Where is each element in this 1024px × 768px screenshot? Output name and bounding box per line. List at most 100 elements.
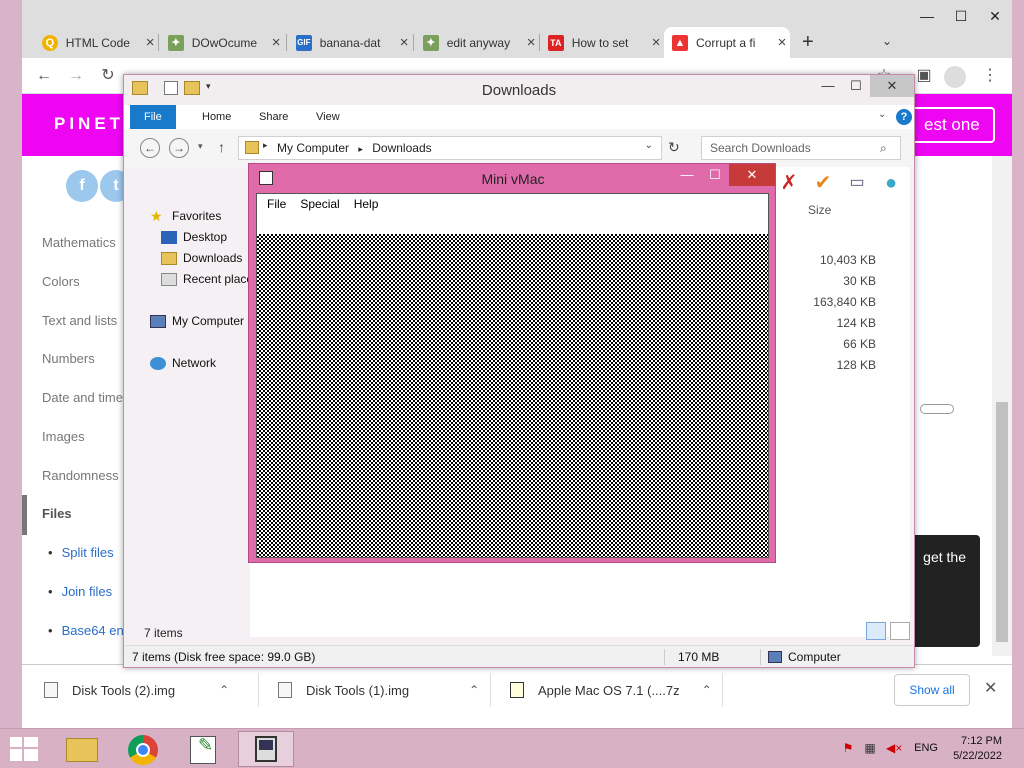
- globe-icon[interactable]: ●: [878, 171, 904, 195]
- close-tab-icon[interactable]: ×: [396, 34, 412, 51]
- drive-icon[interactable]: ▭: [844, 171, 870, 195]
- promo-card-text: get the: [923, 549, 966, 565]
- search-favicon-icon: Q: [42, 34, 58, 51]
- new-tab-button[interactable]: +: [802, 31, 814, 54]
- site-header-button[interactable]: est one: [902, 107, 995, 143]
- notepad-taskbar-icon[interactable]: ✎: [176, 731, 232, 767]
- nav-desktop[interactable]: Desktop: [161, 230, 227, 244]
- back-icon[interactable]: ←: [140, 138, 160, 158]
- close-icon[interactable]: ✕: [984, 678, 997, 698]
- toggle-switch[interactable]: [920, 404, 954, 414]
- nav-randomness[interactable]: Randomness: [42, 468, 119, 483]
- close-tab-icon[interactable]: ×: [268, 34, 284, 51]
- tab-dowocume[interactable]: ✦ DOwOcume ×: [160, 27, 284, 58]
- close-icon[interactable]: ✕: [870, 75, 914, 97]
- tab-html-code[interactable]: Q HTML Code ×: [34, 27, 158, 58]
- nav-text-lists[interactable]: Text and lists: [42, 313, 117, 328]
- nav-colors[interactable]: Colors: [42, 274, 80, 289]
- maximize-icon[interactable]: ☐: [944, 8, 978, 38]
- tab-search-chevron-icon[interactable]: ⌄: [882, 34, 892, 48]
- address-dropdown-icon[interactable]: ⌄: [645, 140, 653, 151]
- close-tab-icon[interactable]: ×: [648, 34, 664, 51]
- close-tab-icon[interactable]: ×: [523, 34, 539, 51]
- nav-numbers[interactable]: Numbers: [42, 351, 95, 366]
- breadcrumb-downloads[interactable]: Downloads: [372, 141, 431, 155]
- tab-corrupt-a-file[interactable]: ▲ Corrupt a fi ×: [664, 27, 790, 58]
- nav-favorites[interactable]: ★ Favorites: [150, 209, 221, 224]
- recent-locations-chevron-icon[interactable]: ▾: [198, 141, 203, 152]
- chrome-taskbar-icon[interactable]: [115, 731, 171, 767]
- close-icon[interactable]: ✕: [978, 8, 1012, 38]
- nav-files[interactable]: Files: [42, 506, 72, 521]
- breadcrumb-my-computer[interactable]: My Computer: [277, 141, 349, 155]
- clock[interactable]: 7:12 PM 5/22/2022: [953, 734, 1002, 764]
- address-bar[interactable]: ▸ My Computer ▸ Downloads ⌄: [238, 136, 662, 160]
- delete-x-icon[interactable]: ✗: [776, 171, 802, 195]
- menu-help[interactable]: Help: [354, 197, 379, 211]
- tab-how-to-set[interactable]: TA How to set ×: [540, 27, 664, 58]
- emulator-screen[interactable]: File Special Help: [256, 193, 769, 558]
- show-all-button[interactable]: Show all: [894, 674, 970, 706]
- minimize-icon[interactable]: —: [910, 8, 944, 38]
- kebab-menu-icon[interactable]: ⋮: [980, 66, 1000, 86]
- nav-my-computer[interactable]: My Computer: [150, 314, 244, 328]
- profile-avatar[interactable]: [944, 66, 966, 88]
- network-tray-icon[interactable]: ▦: [862, 741, 878, 755]
- nav-images[interactable]: Images: [42, 429, 85, 444]
- minivmac-taskbar-icon[interactable]: [238, 731, 294, 767]
- maximize-icon[interactable]: ☐: [842, 75, 870, 97]
- checkmark-icon[interactable]: ✔: [810, 171, 836, 195]
- volume-muted-icon[interactable]: ◀×: [886, 741, 902, 755]
- chevron-up-icon[interactable]: ⌃: [469, 683, 479, 697]
- nav-date-time[interactable]: Date and time: [42, 390, 123, 405]
- chevron-up-icon[interactable]: ⌃: [219, 683, 229, 697]
- maximize-icon[interactable]: ☐: [701, 164, 729, 186]
- back-icon[interactable]: ←: [34, 66, 54, 86]
- forward-icon[interactable]: →: [66, 66, 86, 86]
- forward-icon[interactable]: →: [169, 138, 189, 158]
- action-center-icon[interactable]: ⚑: [840, 741, 856, 755]
- close-icon[interactable]: ✕: [729, 164, 775, 186]
- nav-join-files[interactable]: Join files: [48, 584, 113, 599]
- nav-downloads[interactable]: Downloads: [161, 251, 242, 265]
- tab-banana[interactable]: GIF banana-dat ×: [288, 27, 412, 58]
- details-view-icon[interactable]: [866, 622, 886, 640]
- close-tab-icon[interactable]: ×: [142, 34, 158, 51]
- file-explorer-taskbar-icon[interactable]: [54, 731, 110, 767]
- facebook-icon[interactable]: f: [66, 170, 98, 202]
- ribbon-tab-share[interactable]: Share: [245, 105, 302, 129]
- minimize-icon[interactable]: —: [673, 164, 701, 186]
- menu-file[interactable]: File: [267, 197, 286, 211]
- search-input[interactable]: Search Downloads: [701, 136, 901, 160]
- column-header-size[interactable]: Size: [808, 203, 831, 217]
- menu-special[interactable]: Special: [300, 197, 339, 211]
- download-item[interactable]: Disk Tools (2).img ⌃: [44, 665, 229, 715]
- help-icon[interactable]: ?: [896, 109, 912, 125]
- tab-edit-anyway[interactable]: ✦ edit anyway ×: [415, 27, 539, 58]
- windows-start-icon[interactable]: [10, 737, 38, 761]
- nav-base64[interactable]: Base64 en: [48, 623, 124, 638]
- download-item[interactable]: Disk Tools (1).img ⌃: [278, 665, 479, 715]
- ribbon-tab-file[interactable]: File: [130, 105, 176, 129]
- ribbon-expand-chevron-icon[interactable]: ⌄: [878, 109, 886, 120]
- refresh-icon[interactable]: ↻: [668, 139, 680, 156]
- ribbon-tab-home[interactable]: Home: [188, 105, 245, 129]
- nav-recent-places[interactable]: Recent place: [161, 272, 253, 286]
- nav-mathematics[interactable]: Mathematics: [42, 235, 116, 250]
- large-icons-view-icon[interactable]: [890, 622, 910, 640]
- nav-split-files[interactable]: Split files: [48, 545, 114, 560]
- ribbon-tab-view[interactable]: View: [302, 105, 354, 129]
- mac-desktop-pattern[interactable]: [257, 234, 768, 557]
- site-logo[interactable]: PINET: [54, 114, 124, 134]
- sidepanel-icon[interactable]: ▣: [914, 66, 934, 86]
- language-indicator[interactable]: ENG: [914, 742, 938, 754]
- nav-network[interactable]: Network: [150, 356, 216, 370]
- chevron-up-icon[interactable]: ⌃: [702, 683, 712, 697]
- reload-icon[interactable]: ↻: [98, 66, 118, 86]
- minimize-icon[interactable]: —: [814, 75, 842, 97]
- close-tab-icon[interactable]: ×: [774, 34, 790, 51]
- page-scrollbar-thumb[interactable]: [996, 402, 1008, 642]
- download-item[interactable]: Apple Mac OS 7.1 (....7z ⌃: [510, 665, 712, 715]
- up-arrow-icon[interactable]: ↑: [218, 139, 225, 155]
- explorer-titlebar[interactable]: ▾ Downloads — ☐ ✕: [124, 75, 914, 105]
